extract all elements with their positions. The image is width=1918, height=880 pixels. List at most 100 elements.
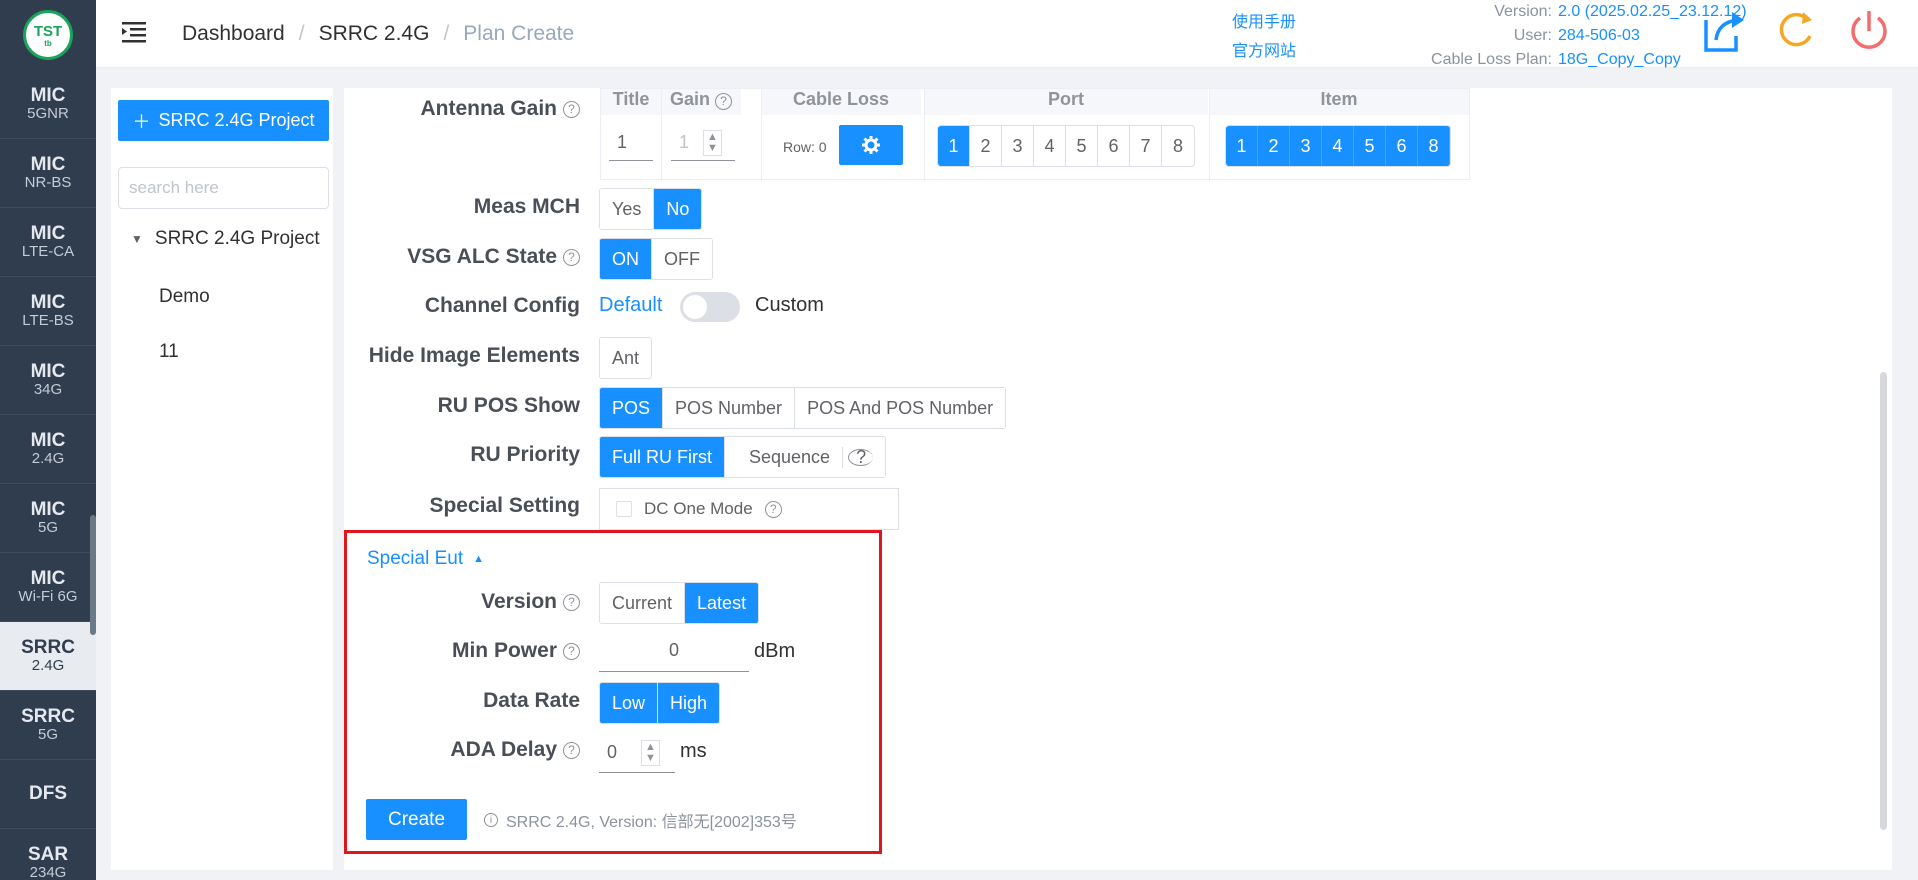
breadcrumb-srrc[interactable]: SRRC 2.4G — [319, 22, 430, 46]
ada-delay-text: ADA Delay — [450, 738, 557, 761]
port-option[interactable]: 4 — [1034, 126, 1066, 166]
port-option[interactable]: 2 — [970, 126, 1002, 166]
item-option[interactable]: 5 — [1354, 126, 1386, 166]
help-icon[interactable]: ? — [563, 100, 580, 118]
item-selector: 1 2 3 4 5 6 8 — [1225, 125, 1451, 167]
vsg-alc-off[interactable]: OFF — [652, 239, 712, 279]
header-links: 使用手册 官方网站 — [1232, 8, 1296, 66]
user-manual-link[interactable]: 使用手册 — [1232, 8, 1296, 37]
port-option[interactable]: 8 — [1162, 126, 1194, 166]
ru-priority-sequence[interactable]: Sequence ? — [725, 437, 886, 477]
tree-item-demo[interactable]: Demo — [159, 286, 210, 308]
nav-item-mic-5gnr[interactable]: MIC 5GNR — [0, 70, 96, 139]
data-rate-low[interactable]: Low — [600, 683, 659, 723]
nav-item-mic-wifi6g[interactable]: MIC Wi-Fi 6G — [0, 553, 96, 622]
data-rate-label: Data Rate — [483, 689, 580, 712]
export-icon[interactable] — [1698, 6, 1748, 56]
nav-item-dfs[interactable]: DFS — [0, 760, 96, 829]
cable-loss-settings-button[interactable] — [839, 125, 903, 165]
create-button[interactable]: Create — [366, 799, 467, 840]
title-input[interactable]: 1 — [609, 125, 653, 161]
help-icon[interactable]: ? — [563, 642, 580, 660]
table-divider — [661, 89, 662, 181]
data-rate-high[interactable]: High — [658, 683, 720, 723]
item-option[interactable]: 1 — [1226, 126, 1258, 166]
tree-item-11[interactable]: 11 — [159, 341, 179, 363]
nav-item-mic-nr-bs[interactable]: MIC NR-BS — [0, 139, 96, 208]
item-option[interactable]: 3 — [1290, 126, 1322, 166]
caret-down-icon[interactable]: ▼ — [131, 232, 143, 246]
nav-item-mic-lte-ca[interactable]: MIC LTE-CA — [0, 208, 96, 277]
meas-mch-yes[interactable]: Yes — [600, 189, 655, 229]
port-option[interactable]: 3 — [1002, 126, 1034, 166]
tree-root[interactable]: ▼ SRRC 2.4G Project — [131, 228, 320, 250]
col-port: Port — [924, 89, 1208, 115]
col-item: Item — [1209, 89, 1469, 115]
nav-item-srrc-5g[interactable]: SRRC 5G — [0, 691, 96, 760]
user-value: 284-506-03 — [1558, 27, 1640, 44]
nav-scrollbar[interactable] — [90, 515, 96, 635]
version-current[interactable]: Current — [600, 583, 686, 623]
nav-item-mic-34g[interactable]: MIC 34G — [0, 346, 96, 415]
meas-mch-no[interactable]: No — [654, 189, 702, 229]
help-icon[interactable]: ? — [563, 593, 580, 611]
add-project-label: SRRC 2.4G Project — [158, 110, 315, 130]
min-power-input[interactable]: 0 — [599, 630, 749, 672]
help-icon[interactable]: ? — [715, 92, 733, 110]
nav-item-sub: NR-BS — [24, 174, 72, 191]
port-option[interactable]: 1 — [938, 126, 970, 166]
breadcrumb-dashboard[interactable]: Dashboard — [182, 22, 285, 46]
item-option[interactable]: 2 — [1258, 126, 1290, 166]
special-eut-toggle[interactable]: Special Eut ▲ — [367, 548, 484, 570]
nav-item-mic-5g[interactable]: MIC 5G — [0, 484, 96, 553]
nav-item-mic-lte-bs[interactable]: MIC LTE-BS — [0, 277, 96, 346]
dc-one-mode-checkbox[interactable] — [616, 501, 632, 517]
nav-item-mic-24g[interactable]: MIC 2.4G — [0, 415, 96, 484]
special-setting-label: Special Setting — [429, 494, 580, 517]
project-search-input[interactable]: search here — [118, 167, 329, 209]
ru-pos-number[interactable]: POS Number — [663, 388, 796, 428]
port-option[interactable]: 6 — [1098, 126, 1130, 166]
item-option[interactable]: 4 — [1322, 126, 1354, 166]
help-icon[interactable]: ? — [563, 248, 580, 266]
stepper-icon[interactable]: ▲ ▼ — [641, 739, 660, 766]
ru-priority-full[interactable]: Full RU First — [600, 437, 725, 477]
official-site-link[interactable]: 官方网站 — [1232, 37, 1296, 66]
nav-item-sub: 2.4G — [31, 657, 65, 674]
gain-value: 1 — [679, 132, 690, 152]
logo[interactable]: TST tb — [0, 0, 96, 70]
stepper-icon[interactable]: ▲ ▼ — [703, 129, 722, 156]
breadcrumb: Dashboard / SRRC 2.4G / Plan Create — [182, 22, 574, 46]
item-option[interactable]: 6 — [1386, 126, 1418, 166]
channel-config-switch[interactable] — [680, 292, 740, 322]
hide-image-label: Hide Image Elements — [368, 344, 580, 367]
port-option[interactable]: 5 — [1066, 126, 1098, 166]
menu-toggle-icon[interactable] — [120, 18, 148, 46]
table-divider — [1209, 89, 1210, 181]
nav-item-sar-234g[interactable]: SAR 234G — [0, 829, 96, 880]
help-icon[interactable]: ? — [848, 447, 874, 467]
special-setting-box: DC One Mode ? — [599, 488, 899, 530]
item-option[interactable]: 8 — [1418, 126, 1450, 166]
gain-input[interactable]: 1 ▲ ▼ — [671, 125, 735, 161]
min-power-text: Min Power — [451, 639, 557, 662]
ada-delay-input[interactable]: 0 ▲ ▼ — [599, 733, 675, 773]
refresh-icon[interactable] — [1770, 6, 1820, 56]
main-scrollbar[interactable] — [1880, 372, 1887, 830]
vsg-alc-on[interactable]: ON — [600, 239, 652, 279]
port-option[interactable]: 7 — [1130, 126, 1162, 166]
nav-item-title: MIC — [30, 223, 66, 244]
help-icon[interactable]: ? — [563, 741, 580, 759]
power-icon[interactable] — [1844, 6, 1894, 56]
ru-pos-pos[interactable]: POS — [600, 388, 664, 428]
add-project-button[interactable]: ＋ SRRC 2.4G Project — [118, 100, 329, 141]
nav-item-srrc-24g[interactable]: SRRC 2.4G — [0, 622, 96, 691]
version-latest[interactable]: Latest — [685, 583, 759, 623]
cable-loss-value[interactable]: 18G_Copy_Copy — [1558, 48, 1681, 72]
cable-loss-label: Cable Loss Plan: — [1431, 51, 1552, 68]
nav-item-sub: Wi-Fi 6G — [18, 588, 78, 605]
hide-image-ant[interactable]: Ant — [600, 338, 652, 378]
help-icon[interactable]: ? — [764, 500, 782, 518]
ru-pos-and-number[interactable]: POS And POS Number — [795, 388, 1006, 428]
channel-default-text: Default — [599, 294, 663, 316]
